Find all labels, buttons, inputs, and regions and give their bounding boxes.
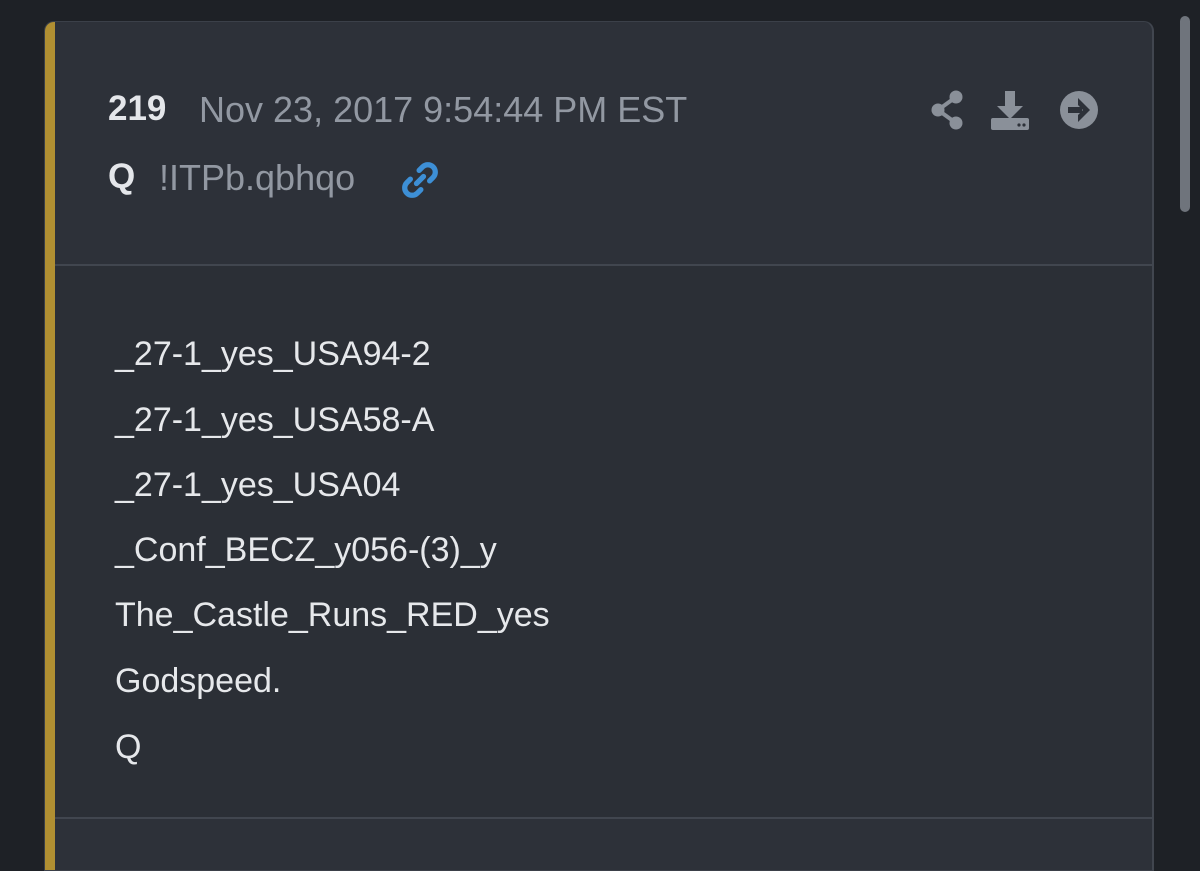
post-line: _27-1_yes_USA04	[115, 466, 401, 504]
arrow-right-circle-icon[interactable]	[1057, 88, 1101, 132]
post-number: 219	[108, 89, 167, 128]
post-timestamp: Nov 23, 2017 9:54:44 PM EST	[199, 89, 688, 130]
scrollbar-thumb[interactable]	[1180, 16, 1190, 212]
post-line: Godspeed.	[115, 662, 282, 700]
post-body: _27-1_yes_USA94-2 _27-1_yes_USA58-A _27-…	[55, 266, 1152, 819]
post-line: _27-1_yes_USA94-2	[115, 335, 431, 373]
post-line: Q	[115, 728, 142, 766]
post-author: Q	[108, 157, 136, 196]
post-actions	[925, 88, 1105, 134]
share-icon[interactable]	[925, 88, 969, 132]
post-card: 219 Nov 23, 2017 9:54:44 PM EST Q !ITPb.…	[44, 21, 1154, 871]
post-line: _Conf_BECZ_y056-(3)_y	[115, 531, 497, 569]
link-icon[interactable]	[399, 159, 441, 201]
post-tripcode: !ITPb.qbhqo	[159, 157, 356, 198]
download-icon[interactable]	[988, 88, 1032, 132]
post-line: _27-1_yes_USA58-A	[115, 401, 435, 439]
post-line: The_Castle_Runs_RED_yes	[115, 596, 550, 634]
post-accent-bar	[45, 22, 55, 870]
post-header: 219 Nov 23, 2017 9:54:44 PM EST Q !ITPb.…	[55, 22, 1152, 266]
